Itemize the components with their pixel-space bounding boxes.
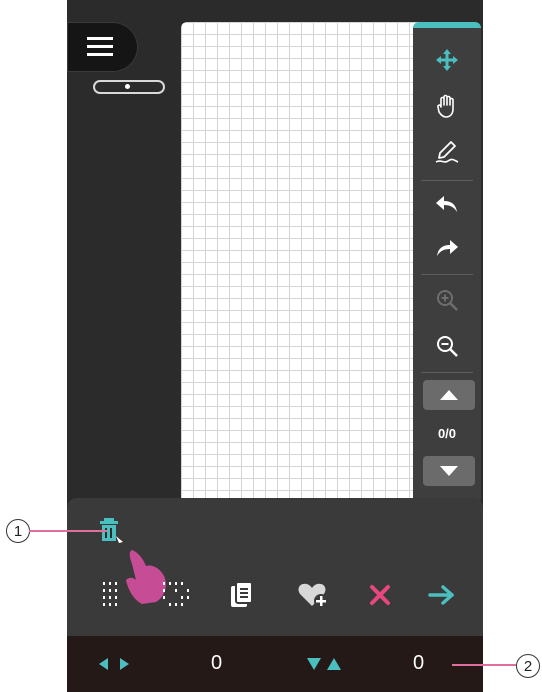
hand-button[interactable]: [413, 86, 481, 126]
toolbar-divider: [421, 372, 473, 373]
page-up-button[interactable]: [423, 380, 475, 410]
horizontal-arrows-icon: [99, 658, 129, 670]
selection-button[interactable]: [159, 574, 193, 614]
redo-button[interactable]: [413, 228, 481, 268]
vertical-arrows-icon: [307, 658, 341, 670]
copy-icon: [231, 581, 253, 607]
zoom-out-button[interactable]: [413, 326, 481, 366]
redo-icon: [437, 240, 458, 256]
page-indicator: [93, 80, 165, 94]
copy-button[interactable]: [227, 576, 257, 614]
zoom-in-icon: [437, 290, 458, 311]
page-counter: 0/0: [437, 426, 457, 441]
page-up-icon: [440, 390, 458, 400]
hand-icon: [437, 94, 454, 118]
heart-add-icon: [298, 583, 328, 608]
right-toolbar: 0/0: [413, 22, 481, 504]
pen-icon: [435, 141, 459, 163]
edit-panel: [67, 498, 483, 636]
status-bar: 0 0: [67, 636, 483, 692]
menu-icon: [87, 37, 113, 56]
move-button[interactable]: [413, 40, 481, 80]
app-screen: 0/0 0 0: [67, 0, 483, 692]
drawing-canvas[interactable]: [181, 22, 423, 502]
undo-button[interactable]: [413, 184, 481, 224]
next-icon: [428, 585, 454, 605]
selection-icon: [163, 582, 189, 606]
cancel-button[interactable]: [365, 578, 395, 612]
toolbar-divider: [421, 274, 473, 275]
heart-add-button[interactable]: [295, 576, 331, 614]
callout-2: 2: [516, 654, 540, 678]
pen-button[interactable]: [413, 132, 481, 172]
callout-2-line: [452, 664, 516, 666]
move-icon: [436, 49, 458, 71]
page-indicator-dot: [125, 84, 130, 89]
vertical-value: 0: [413, 652, 425, 674]
stitch-grid-icon: [103, 582, 117, 606]
zoom-in-button[interactable]: [413, 280, 481, 320]
cancel-icon: [370, 585, 390, 605]
undo-icon: [436, 196, 457, 212]
delete-stitch-icon[interactable]: [99, 518, 125, 548]
page-down-icon: [440, 466, 458, 476]
toolbar-divider: [421, 180, 473, 181]
callout-1-line: [29, 530, 107, 532]
next-button[interactable]: [425, 578, 459, 612]
stitch-grid-button[interactable]: [97, 574, 129, 614]
callout-1: 1: [6, 519, 30, 543]
horizontal-value: 0: [211, 652, 223, 674]
menu-button[interactable]: [67, 22, 138, 72]
zoom-out-icon: [437, 336, 458, 357]
page-down-button[interactable]: [423, 456, 475, 486]
